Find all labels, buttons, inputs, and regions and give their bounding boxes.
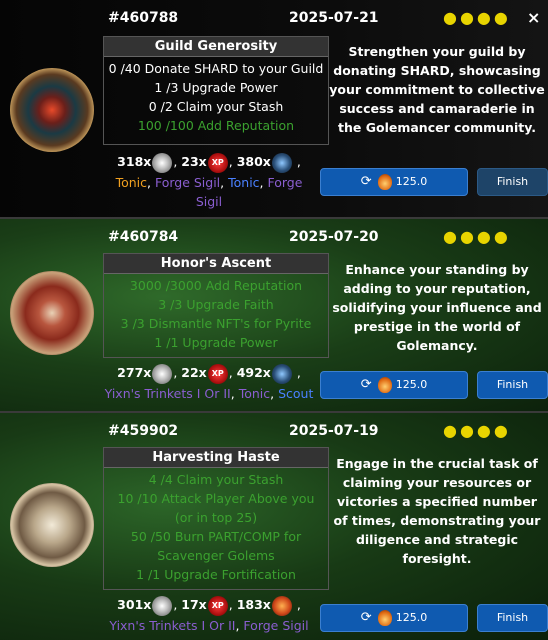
guild-generosity-emblem — [10, 68, 94, 152]
quest-date: 2025-07-19 — [289, 423, 379, 439]
card-header: #459902 2025-07-19 ●●●● — [103, 413, 548, 449]
reward-name: Forge Sigil — [243, 617, 309, 633]
cost-value: 125.0 — [395, 378, 428, 391]
golem-icon — [271, 152, 292, 173]
task-item: 3000 /3000 Add Reputation — [129, 278, 303, 293]
harvesting-haste-emblem — [10, 483, 94, 567]
quest-id: #460788 — [108, 10, 179, 26]
task-item: 3 /3 Dismantle NFT's for Pyrite — [120, 316, 312, 331]
star-rating: ●●●● — [443, 8, 511, 27]
star-shard-icon — [152, 595, 173, 616]
reward-count: 17x — [181, 597, 207, 612]
pyrite-coin-icon — [377, 174, 392, 190]
golem-icon — [271, 363, 292, 384]
task-item: 3 /3 Upgrade Faith — [158, 297, 274, 312]
reward-name: Yixn's Trinkets I Or II — [104, 385, 231, 401]
reward-count: 492x — [236, 365, 271, 380]
close-icon[interactable]: × — [527, 8, 540, 27]
task-item: 1 /3 Upgrade Power — [154, 80, 278, 95]
task-item: 1 /1 Upgrade Power — [154, 335, 278, 350]
star-shard-icon — [152, 152, 173, 173]
honors-ascent-emblem — [10, 271, 94, 355]
reward-count: 23x — [181, 154, 207, 169]
claim-cost-button[interactable]: ⟳ 125.0 — [320, 168, 468, 196]
quest-id: #459902 — [108, 423, 179, 439]
reward-name: Tonic — [238, 385, 271, 401]
quest-description: Enhance your standing by adding to your … — [332, 262, 542, 353]
task-list: 0 /40 Donate SHARD to your Guild 1 /3 Up… — [104, 57, 328, 137]
claim-cost-button[interactable]: ⟳ 125.0 — [320, 604, 468, 632]
finish-button[interactable]: Finish — [477, 371, 548, 399]
task-item: 10 /10 Attack Player Above you (or in to… — [117, 491, 315, 525]
star-shard-icon — [152, 363, 173, 384]
refresh-icon: ⟳ — [360, 610, 372, 625]
quest-card-2: #460784 2025-07-20 ●●●● Honor's Ascent 3… — [0, 219, 548, 413]
task-panel: Honor's Ascent 3000 /3000 Add Reputation… — [103, 253, 329, 358]
fire-icon — [271, 595, 292, 616]
finish-button[interactable]: Finish — [477, 604, 548, 632]
reward-name: Tonic — [115, 174, 147, 190]
quest-title: Guild Generosity — [104, 37, 328, 57]
task-item: 4 /4 Claim your Stash — [148, 472, 284, 487]
quest-card-1: #460788 2025-07-21 ●●●● × Guild Generosi… — [0, 0, 548, 219]
quest-description: Engage in the crucial task of claiming y… — [333, 456, 541, 566]
star-rating: ●●●● — [443, 421, 511, 440]
finish-button[interactable]: Finish — [477, 168, 548, 196]
cost-value: 125.0 — [395, 611, 428, 624]
task-list: 4 /4 Claim your Stash 10 /10 Attack Play… — [104, 468, 328, 586]
quest-date: 2025-07-20 — [289, 229, 379, 245]
quest-date: 2025-07-21 — [289, 10, 379, 26]
reward-count: 277x — [117, 365, 152, 380]
reward-count: 318x — [117, 154, 152, 169]
task-panel: Harvesting Haste 4 /4 Claim your Stash 1… — [103, 447, 329, 590]
reward-list: 318x, 23x XP, 380x , Tonic, Forge Sigil, … — [115, 152, 303, 209]
quest-description: Strengthen your guild by donating SHARD,… — [329, 44, 545, 135]
reward-name: Scout — [278, 385, 314, 401]
refresh-icon: ⟳ — [360, 377, 372, 392]
task-list: 3000 /3000 Add Reputation 3 /3 Upgrade F… — [104, 274, 328, 354]
xp-icon: XP — [207, 595, 228, 616]
pyrite-coin-icon — [377, 377, 392, 393]
refresh-icon: ⟳ — [360, 174, 372, 189]
reward-name: Forge Sigil — [154, 174, 221, 190]
xp-icon: XP — [207, 152, 228, 173]
reward-count: 380x — [236, 154, 271, 169]
quest-card-3: #459902 2025-07-19 ●●●● Harvesting Haste… — [0, 413, 548, 640]
reward-name: Tonic — [228, 174, 260, 190]
quest-id: #460784 — [108, 229, 179, 245]
task-item: 1 /1 Upgrade Fortification — [136, 567, 296, 582]
quest-title: Harvesting Haste — [104, 448, 328, 468]
cost-value: 125.0 — [395, 175, 428, 188]
star-rating: ●●●● — [443, 227, 511, 246]
task-panel: Guild Generosity 0 /40 Donate SHARD to y… — [103, 36, 329, 145]
reward-list: 277x, 22x XP, 492x , Yixn's Trinkets I Or… — [104, 363, 314, 401]
pyrite-coin-icon — [377, 610, 392, 626]
xp-icon: XP — [207, 363, 228, 384]
task-item: 0 /40 Donate SHARD to your Guild — [108, 61, 324, 76]
card-header: #460784 2025-07-20 ●●●● — [103, 219, 548, 255]
claim-cost-button[interactable]: ⟳ 125.0 — [320, 371, 468, 399]
task-item: 50 /50 Burn PART/COMP for Scavenger Gole… — [130, 529, 302, 563]
card-header: #460788 2025-07-21 ●●●● × — [103, 0, 548, 36]
reward-name: Yixn's Trinkets I Or II — [109, 617, 236, 633]
reward-count: 183x — [236, 597, 271, 612]
reward-list: 301x, 17x XP, 183x , Yixn's Trinkets I Or… — [109, 595, 309, 633]
task-item: 100 /100 Add Reputation — [137, 118, 295, 133]
reward-count: 301x — [117, 597, 152, 612]
quest-title: Honor's Ascent — [104, 254, 328, 274]
task-item: 0 /2 Claim your Stash — [148, 99, 284, 114]
reward-count: 22x — [181, 365, 207, 380]
